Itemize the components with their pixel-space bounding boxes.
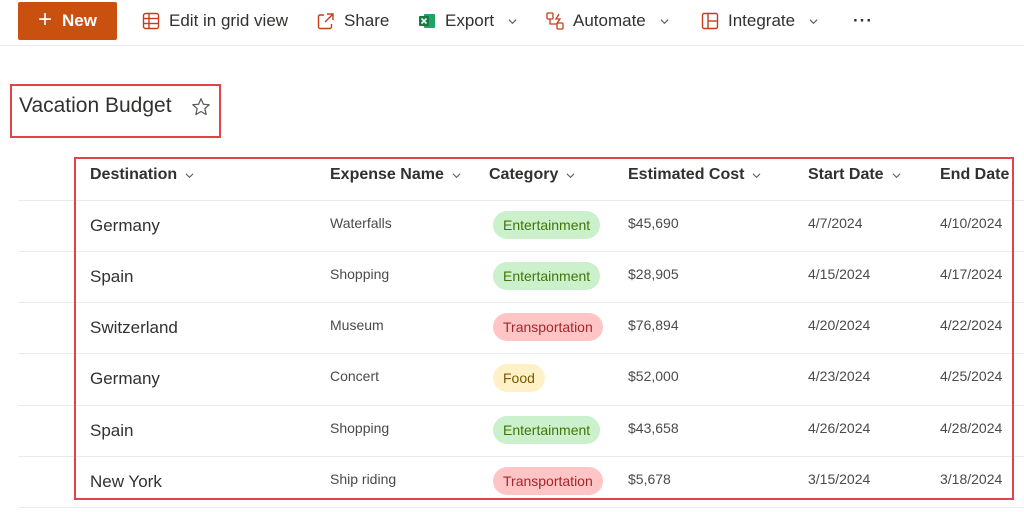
chevron-down-icon	[185, 172, 194, 178]
cell-estimated-cost: $45,690	[628, 215, 679, 231]
table-row[interactable]: Switzerland Museum Transportation $76,89…	[0, 303, 1024, 355]
edit-in-grid-view-button[interactable]: Edit in grid view	[141, 0, 288, 42]
cell-end-date: 4/28/2024	[940, 420, 1003, 436]
share-button[interactable]: Share	[316, 0, 389, 42]
favorite-star-icon[interactable]	[190, 96, 212, 118]
chevron-down-icon	[809, 18, 818, 24]
column-header-label: Start Date	[808, 166, 884, 183]
table-row[interactable]: Spain Shopping Entertainment $28,905 4/1…	[0, 252, 1024, 304]
category-badge: Transportation	[493, 313, 603, 341]
chevron-down-icon	[660, 18, 669, 24]
automate-button[interactable]: Automate	[545, 0, 669, 42]
cell-start-date: 4/15/2024	[808, 266, 871, 282]
cell-estimated-cost: $43,658	[628, 420, 679, 436]
chevron-down-icon	[452, 172, 461, 178]
table-row[interactable]: New York Ship riding Transportation $5,6…	[0, 457, 1024, 509]
cell-expense-name: Museum	[330, 317, 384, 333]
share-label: Share	[344, 11, 390, 30]
table-row[interactable]: Germany Waterfalls Entertainment $45,690…	[0, 201, 1024, 253]
edit-in-grid-view-label: Edit in grid view	[169, 11, 289, 30]
cell-start-date: 4/20/2024	[808, 317, 871, 333]
cell-estimated-cost: $52,000	[628, 368, 679, 384]
cell-estimated-cost: $28,905	[628, 266, 679, 282]
cell-start-date: 3/15/2024	[808, 471, 871, 487]
plus-icon: +	[38, 6, 53, 33]
cell-expense-name: Concert	[330, 368, 380, 384]
share-icon	[317, 13, 334, 30]
cell-expense-name: Ship riding	[330, 471, 397, 487]
export-button[interactable]: Export	[417, 0, 517, 42]
more-options-icon: ···	[853, 11, 873, 30]
column-header-estimated-cost[interactable]: Estimated Cost	[628, 164, 761, 186]
cell-destination: Spain	[90, 421, 134, 440]
column-header-label: End Date	[940, 166, 1010, 183]
cell-end-date: 4/25/2024	[940, 368, 1003, 384]
cell-start-date: 4/26/2024	[808, 420, 871, 436]
cell-destination: Germany	[90, 216, 160, 235]
cell-destination: Switzerland	[90, 318, 178, 337]
table-row[interactable]: Spain Shopping Entertainment $43,658 4/2…	[0, 406, 1024, 458]
new-button[interactable]: + New	[18, 2, 117, 40]
category-badge: Entertainment	[493, 211, 601, 239]
list-title: Vacation Budget	[19, 94, 172, 117]
cell-destination: Spain	[90, 267, 134, 286]
export-label: Export	[445, 11, 495, 30]
column-header-label: Destination	[90, 166, 178, 183]
command-bar: + New Edit in grid view Share Export Aut…	[0, 0, 1024, 46]
cell-expense-name: Waterfalls	[330, 215, 392, 231]
cell-end-date: 4/10/2024	[940, 215, 1003, 231]
chevron-down-icon	[508, 18, 517, 24]
cell-expense-name: Shopping	[330, 266, 390, 282]
category-badge: Food	[493, 364, 545, 392]
cell-destination: Germany	[90, 369, 160, 388]
cell-estimated-cost: $76,894	[628, 317, 679, 333]
category-badge: Transportation	[493, 467, 603, 495]
cell-end-date: 3/18/2024	[940, 471, 1003, 487]
cell-start-date: 4/23/2024	[808, 368, 871, 384]
column-header-start-date[interactable]: Start Date	[808, 164, 901, 186]
grid-icon	[142, 12, 160, 30]
column-header-expense-name[interactable]: Expense Name	[330, 164, 461, 186]
cell-end-date: 4/17/2024	[940, 266, 1003, 282]
integrate-icon	[701, 12, 719, 30]
category-badge: Entertainment	[493, 262, 601, 290]
cell-end-date: 4/22/2024	[940, 317, 1003, 333]
category-badge: Entertainment	[493, 416, 601, 444]
cell-expense-name: Shopping	[330, 420, 390, 436]
automate-label: Automate	[573, 11, 646, 30]
more-options-button[interactable]: ···	[853, 0, 873, 42]
integrate-button[interactable]: Integrate	[700, 0, 818, 42]
cell-estimated-cost: $5,678	[628, 471, 671, 487]
column-header-label: Category	[489, 166, 559, 183]
new-button-label: New	[62, 11, 97, 30]
integrate-label: Integrate	[728, 11, 796, 30]
column-header-destination[interactable]: Destination	[90, 164, 194, 186]
cell-destination: New York	[90, 472, 162, 491]
column-header-label: Estimated Cost	[628, 166, 745, 183]
column-header-label: Expense Name	[330, 166, 444, 183]
excel-icon	[419, 14, 435, 28]
flow-icon	[546, 12, 564, 30]
chevron-down-icon	[566, 172, 575, 178]
cell-start-date: 4/7/2024	[808, 215, 863, 231]
chevron-down-icon	[752, 172, 761, 178]
table-row[interactable]: Germany Concert Food $52,000 4/23/2024 4…	[0, 354, 1024, 406]
chevron-down-icon	[892, 172, 901, 178]
column-header-end-date[interactable]: End Date	[940, 164, 1009, 186]
column-header-category[interactable]: Category	[489, 164, 575, 186]
